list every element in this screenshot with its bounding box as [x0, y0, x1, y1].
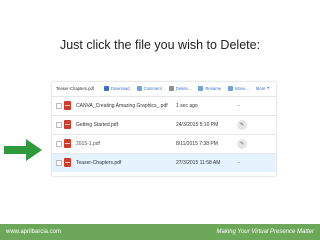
file-toolbar: Teaser-Chapters.pdf Download Comment Del… — [52, 82, 276, 94]
row-action: -- — [237, 103, 241, 109]
comment-icon — [136, 85, 142, 91]
pdf-file-icon — [64, 120, 71, 129]
file-name: 2015-1.pdf — [76, 141, 100, 147]
file-row[interactable]: 2015-1.pdf 8/11/2015 7:38 PM ✎ — [52, 134, 276, 153]
move-button[interactable]: Move... — [228, 85, 249, 91]
rename-label: Rename — [205, 85, 222, 91]
trash-icon — [168, 85, 174, 91]
file-row[interactable]: CANVA_Creating Amazing Graphics_.pdf 1 s… — [52, 96, 276, 115]
rename-button[interactable]: Rename — [198, 85, 222, 91]
footer-bar: www.aprilbarcia.com Making Your Virtual … — [0, 224, 320, 240]
edit-pencil-icon[interactable]: ✎ — [237, 120, 247, 130]
delete-button[interactable]: Delete... — [168, 85, 192, 91]
download-label: Download — [110, 85, 130, 91]
edit-pencil-icon[interactable]: ✎ — [237, 139, 247, 149]
row-action: -- — [237, 160, 241, 166]
download-icon — [103, 85, 109, 91]
file-name: CANVA_Creating Amazing Graphics_.pdf — [76, 103, 168, 109]
row-checkbox[interactable] — [56, 160, 62, 166]
comment-label: Comment — [143, 85, 162, 91]
selected-file-label: Teaser-Chapters.pdf — [56, 85, 94, 91]
file-browser-panel: Teaser-Chapters.pdf Download Comment Del… — [52, 82, 276, 176]
file-modified: 1 sec ago — [176, 103, 198, 109]
file-name: Getting Started.pdf — [76, 122, 118, 128]
pdf-file-icon — [64, 158, 71, 167]
delete-label: Delete... — [175, 85, 192, 91]
page-headline: Just click the file you wish to Delete: — [59, 38, 261, 52]
chevron-down-icon: ▼ — [266, 86, 270, 90]
file-modified: 8/11/2015 7:38 PM — [176, 141, 218, 147]
file-name: Teaser-Chapters.pdf — [76, 160, 122, 166]
file-row[interactable]: Getting Started.pdf 24/3/2015 5:10 PM ✎ — [52, 115, 276, 134]
more-menu-button[interactable]: More ▼ — [256, 86, 270, 91]
file-row-selected[interactable]: Teaser-Chapters.pdf 27/3/2015 11:58 AM -… — [52, 153, 276, 172]
green-arrow-icon — [4, 139, 42, 161]
pdf-file-icon — [64, 139, 71, 148]
more-label: More — [255, 85, 266, 91]
row-checkbox[interactable] — [56, 141, 62, 147]
move-label: Move... — [235, 85, 249, 91]
file-list: CANVA_Creating Amazing Graphics_.pdf 1 s… — [52, 96, 276, 172]
footer-tagline: Making Your Virtual Presence Matter — [216, 229, 315, 235]
file-modified: 27/3/2015 11:58 AM — [176, 160, 221, 166]
move-icon — [228, 85, 234, 91]
row-checkbox[interactable] — [56, 103, 62, 109]
comment-button[interactable]: Comment — [136, 85, 162, 91]
pdf-file-icon — [64, 101, 71, 110]
download-button[interactable]: Download — [103, 85, 130, 91]
file-modified: 24/3/2015 5:10 PM — [176, 122, 219, 128]
footer-website[interactable]: www.aprilbarcia.com — [6, 229, 61, 235]
row-checkbox[interactable] — [56, 122, 62, 128]
rename-icon — [198, 85, 204, 91]
